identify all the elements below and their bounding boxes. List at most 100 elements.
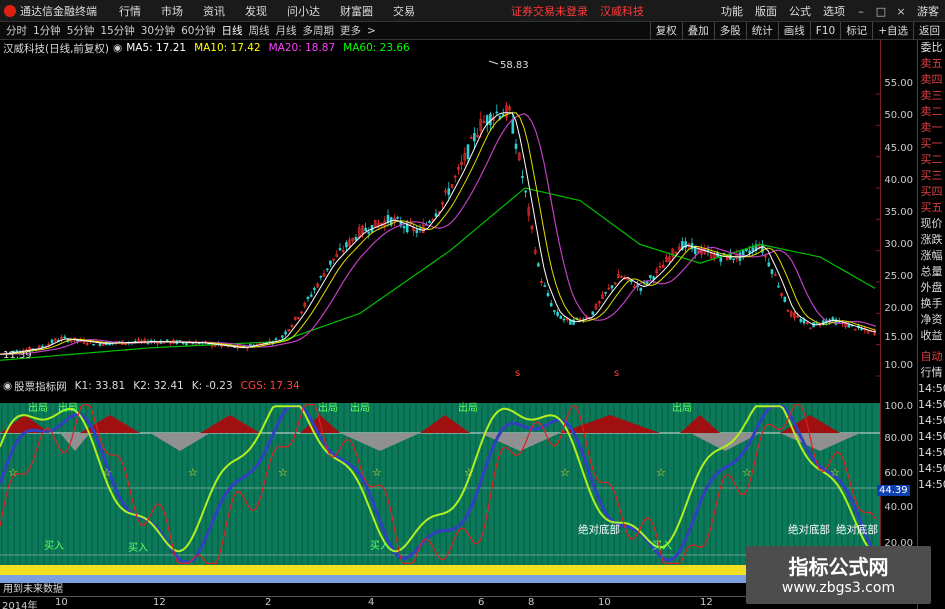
menu-wealth[interactable]: 财富圈 (340, 3, 373, 19)
indicator-title: 股票指标网 (14, 380, 67, 393)
sidebar-item-quotes[interactable]: 行情 (918, 365, 945, 381)
sidebar-item-bid3[interactable]: 买三 (918, 168, 945, 184)
back-button[interactable]: 返回 (913, 22, 945, 40)
candle-body (546, 292, 550, 297)
candle-body (610, 285, 614, 289)
period-30min[interactable]: 30分钟 (141, 23, 175, 38)
sidebar-item-change[interactable]: 涨跌 (918, 232, 945, 248)
ma10-value: MA10: 17.42 (194, 42, 261, 54)
sell-signal-label: 出局 (672, 401, 692, 414)
menu-layout[interactable]: 版面 (755, 3, 777, 19)
multi-stock-button[interactable]: 多股 (713, 22, 746, 40)
sidebar-item-outer-volume[interactable]: 外盘 (918, 280, 945, 296)
login-notice[interactable]: 证券交易未登录 (511, 3, 588, 19)
indicator-header: ◉ 股票指标网 K1: 33.81 K2: 32.41 K: -0.23 CGS… (0, 379, 880, 393)
candle-body (281, 335, 284, 338)
title-bar: 通达信金融终端 行情 市场 资讯 发现 问小达 财富圈 交易 证券交易未登录 汉… (0, 0, 945, 22)
current-stock-name: 汉威科技 (600, 4, 644, 18)
price-tick: 45.00 (884, 143, 913, 154)
guest-button[interactable]: 游客 (917, 3, 939, 19)
candle-body (274, 338, 278, 341)
k-value: K: -0.23 (191, 380, 233, 392)
candle-body (434, 213, 438, 217)
add-watchlist-button[interactable]: +自选 (872, 22, 913, 40)
period-60min[interactable]: 60分钟 (181, 23, 215, 38)
candle-body (521, 176, 524, 178)
menu-market[interactable]: 市场 (161, 3, 183, 19)
menu-news[interactable]: 资讯 (203, 3, 225, 19)
candle-body (386, 214, 390, 223)
candle-body (799, 318, 803, 323)
ma5-line (0, 112, 877, 355)
buy-signal-label: 买入 (128, 542, 148, 554)
sidebar-item-bid1[interactable]: 买一 (918, 136, 945, 152)
date-label: 2014年 (2, 601, 38, 609)
date-label: 12 (153, 597, 166, 608)
sidebar-item-turnover[interactable]: 换手 (918, 296, 945, 312)
sidebar-item-bid2[interactable]: 买二 (918, 152, 945, 168)
period-1min[interactable]: 1分钟 (33, 23, 61, 38)
sidebar-item-earnings[interactable]: 收益 (918, 328, 945, 344)
menu-quotes[interactable]: 行情 (119, 3, 141, 19)
stats-button[interactable]: 统计 (745, 22, 778, 40)
mark-button[interactable]: 标记 (840, 22, 872, 40)
period-weekly[interactable]: 周线 (249, 23, 270, 38)
sidebar-item-ask1[interactable]: 卖一 (918, 120, 945, 136)
sidebar-item-ask3[interactable]: 卖三 (918, 88, 945, 104)
date-label: 6 (478, 597, 485, 608)
overlay-button[interactable]: 叠加 (681, 22, 714, 40)
candle-body (415, 229, 419, 233)
settings-circle-icon[interactable]: ◉ (3, 380, 12, 392)
sidebar-item-net-assets[interactable]: 净资 (918, 312, 945, 328)
candle-body (402, 226, 406, 229)
chevron-right-icon[interactable]: > (367, 25, 376, 37)
candle-body (741, 250, 745, 256)
candle-body (524, 190, 527, 193)
candle-body (537, 263, 540, 267)
period-5min[interactable]: 5分钟 (67, 23, 95, 38)
period-15min[interactable]: 15分钟 (100, 23, 134, 38)
watermark-url: www.zbgs3.com (781, 580, 896, 596)
menu-formula[interactable]: 公式 (789, 3, 811, 19)
close-icon[interactable]: × (893, 5, 909, 18)
period-more[interactable]: 更多 (340, 23, 361, 38)
f10-button[interactable]: F10 (809, 22, 840, 40)
kline-chart[interactable]: 58.83 11.39 s s (0, 56, 880, 378)
candle-body (41, 345, 44, 348)
sidebar-item-bid5[interactable]: 买五 (918, 200, 945, 216)
menu-function[interactable]: 功能 (721, 3, 743, 19)
indicator-tick: 100.0 (884, 401, 913, 412)
indicator-tick: 80.00 (884, 433, 913, 444)
candle-body (185, 342, 188, 346)
period-timeshare[interactable]: 分时 (6, 23, 27, 38)
candle-body (604, 291, 607, 294)
settings-circle-icon[interactable]: ◉ (113, 42, 122, 54)
ma20-line (0, 113, 877, 355)
menu-options[interactable]: 选项 (823, 3, 845, 19)
sidebar-item-ask2[interactable]: 卖二 (918, 104, 945, 120)
sidebar-item-bid4[interactable]: 买四 (918, 184, 945, 200)
sidebar-item-price[interactable]: 现价 (918, 216, 945, 232)
menu-trade[interactable]: 交易 (393, 3, 415, 19)
menu-discover[interactable]: 发现 (245, 3, 267, 19)
adjust-button[interactable]: 复权 (649, 22, 682, 40)
future-data-note: 用到未来数据 (3, 582, 63, 595)
period-daily[interactable]: 日线 (222, 23, 243, 38)
sidebar-item-change-pct[interactable]: 涨幅 (918, 248, 945, 264)
period-monthly[interactable]: 月线 (276, 23, 297, 38)
period-multi[interactable]: 多周期 (303, 23, 335, 38)
sidebar-item-committee-ratio[interactable]: 委比 (918, 40, 945, 56)
menu-ask[interactable]: 问小达 (287, 3, 320, 19)
watermark-title: 指标公式网 (788, 555, 889, 579)
sidebar-item-ask5[interactable]: 卖五 (918, 56, 945, 72)
candle-body (777, 285, 780, 288)
draw-line-button[interactable]: 画线 (777, 22, 810, 40)
buy-signal-label: 买入 (652, 540, 672, 552)
sidebar-item-ask4[interactable]: 卖四 (918, 72, 945, 88)
sell-signal-label: 出局 (458, 401, 478, 414)
candle-body (572, 319, 575, 325)
minimize-icon[interactable]: – (853, 5, 869, 18)
sidebar-item-auto[interactable]: 自动 (918, 349, 945, 365)
sidebar-item-volume[interactable]: 总量 (918, 264, 945, 280)
maximize-icon[interactable]: □ (873, 5, 889, 18)
